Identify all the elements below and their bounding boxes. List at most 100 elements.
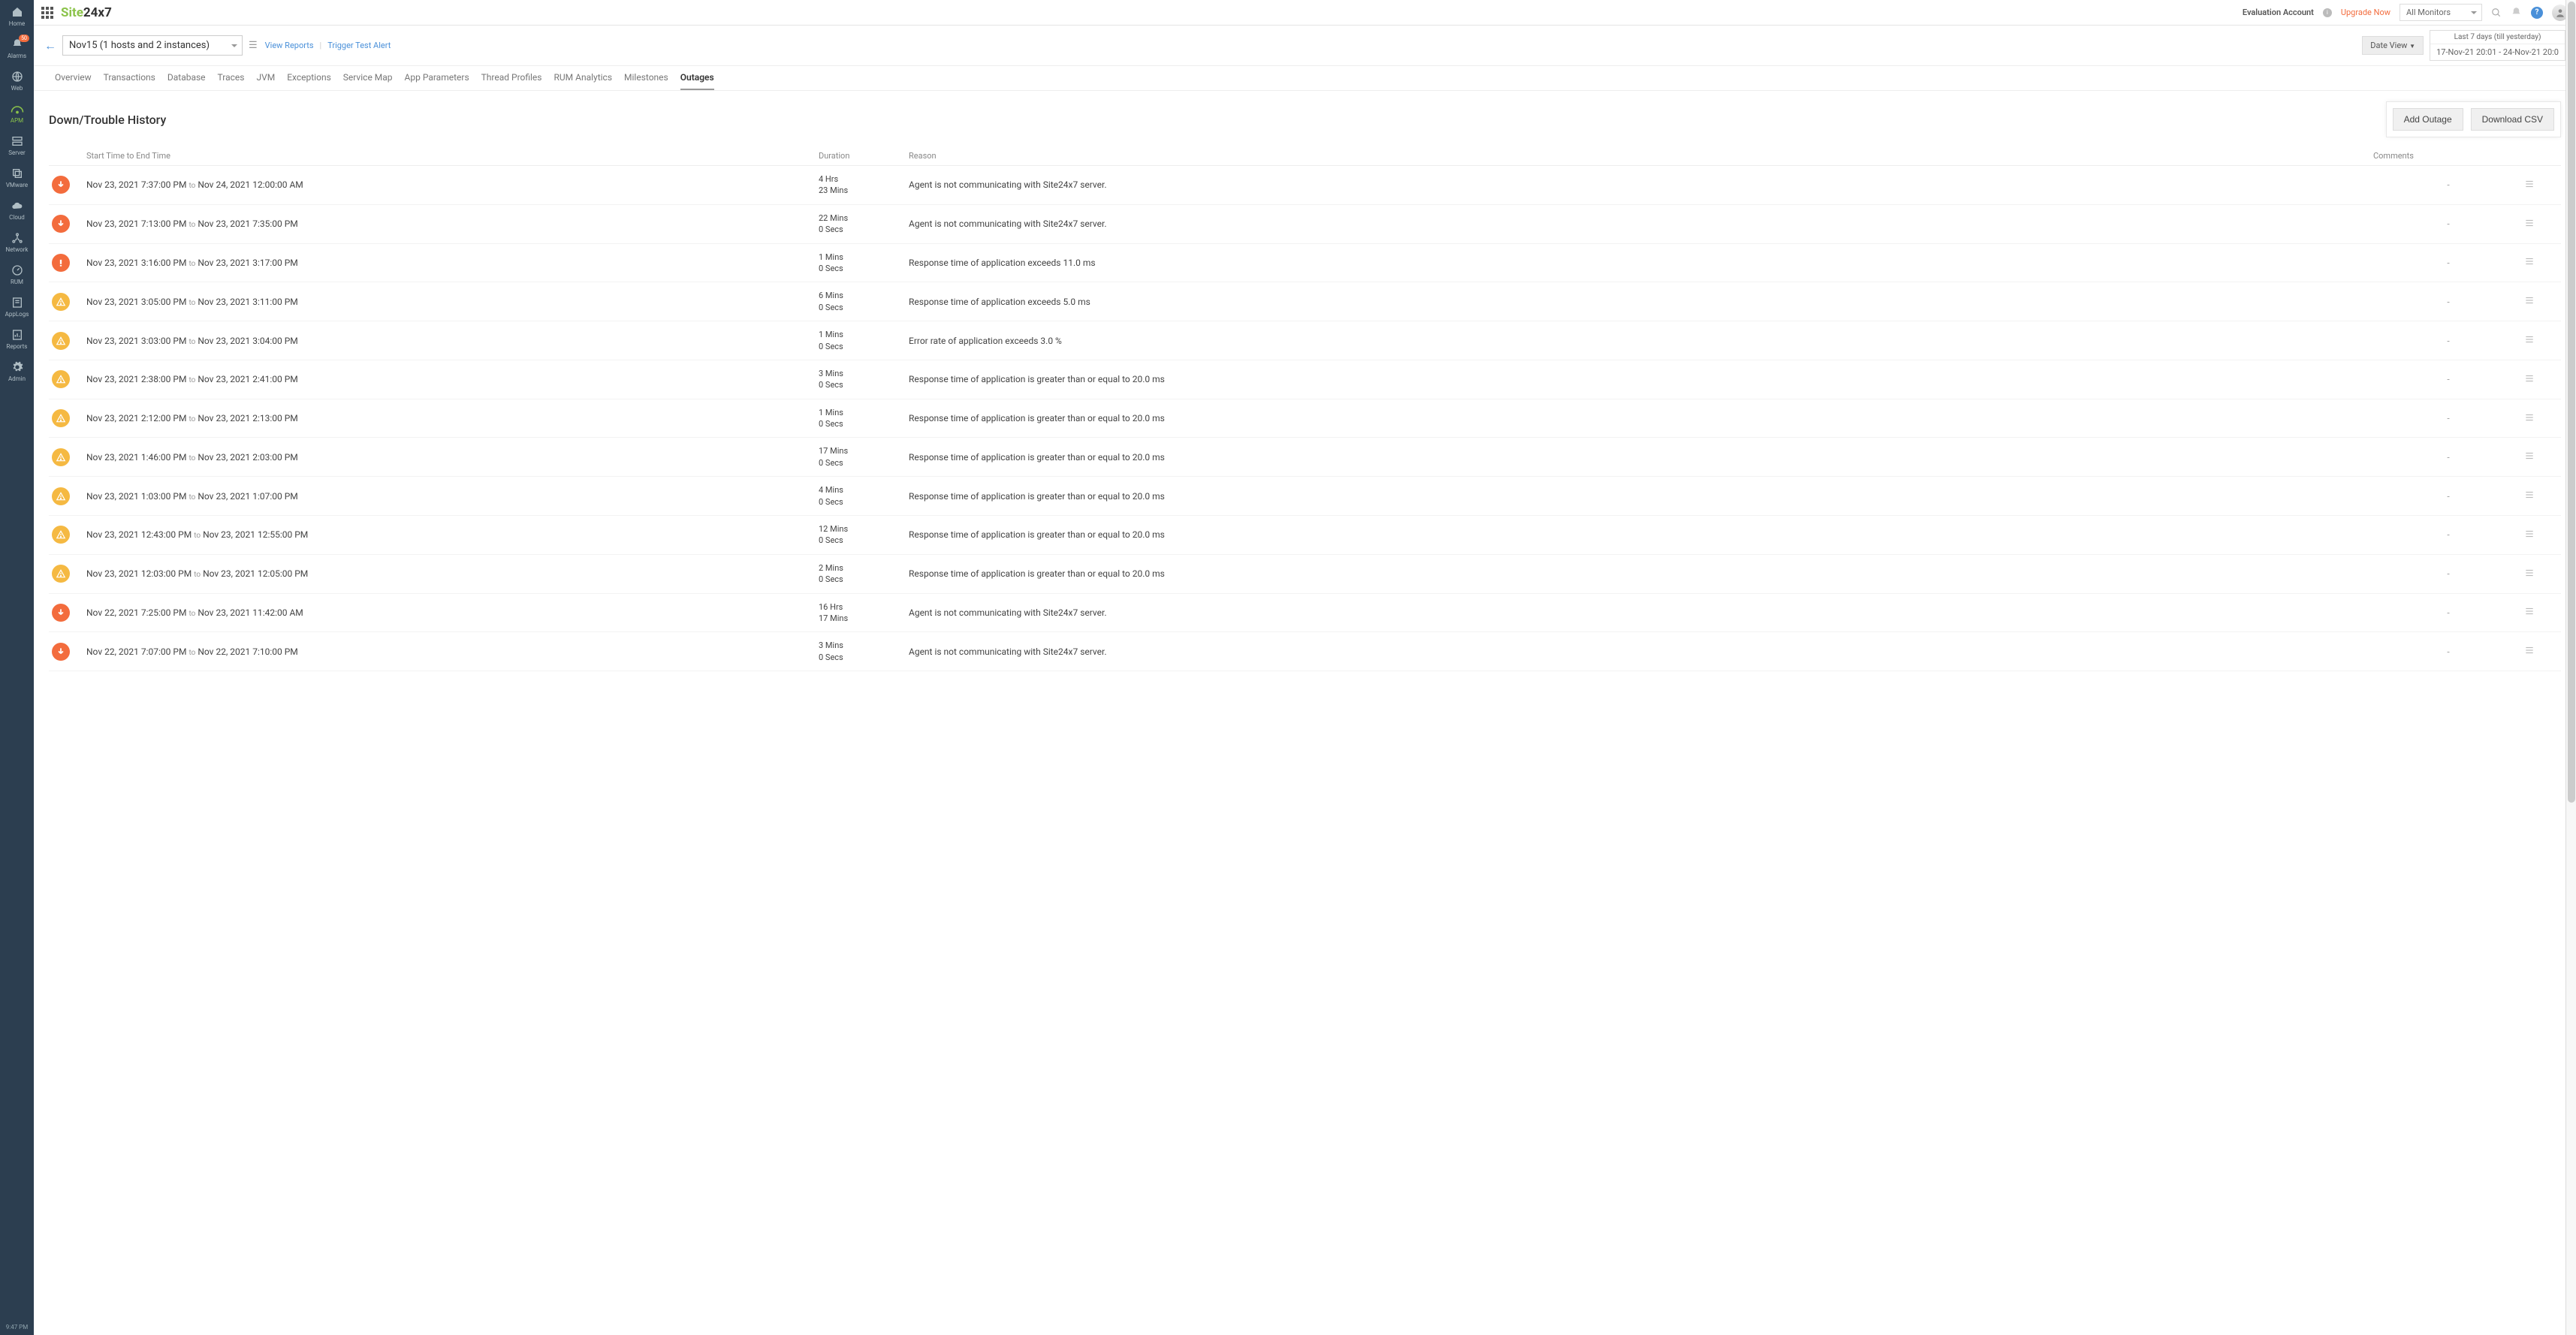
- status-critical-icon: [52, 254, 70, 272]
- sidebar-item-rum[interactable]: RUM: [0, 258, 34, 291]
- add-outage-button[interactable]: Add Outage: [2393, 108, 2463, 131]
- status-trouble-icon: [52, 293, 70, 311]
- duration: 1 Mins0 Secs: [819, 252, 909, 275]
- date-range-selector[interactable]: Last 7 days (till yesterday) 17-Nov-21 2…: [2430, 30, 2565, 61]
- notification-bell-icon[interactable]: [2511, 7, 2522, 18]
- monitor-filter-select[interactable]: All Monitors: [2400, 4, 2482, 21]
- view-reports-link[interactable]: View Reports: [265, 41, 314, 50]
- apps-grid-icon[interactable]: [41, 7, 53, 19]
- row-menu-icon[interactable]: [2523, 490, 2535, 502]
- list-icon: ☰: [249, 40, 258, 51]
- row-menu-icon[interactable]: [2523, 373, 2535, 386]
- download-csv-button[interactable]: Download CSV: [2471, 108, 2554, 131]
- tab-milestones[interactable]: Milestones: [624, 72, 668, 90]
- status-trouble-icon: [52, 332, 70, 350]
- tab-thread-profiles[interactable]: Thread Profiles: [481, 72, 542, 90]
- row-menu-icon[interactable]: [2523, 412, 2535, 425]
- row-menu-icon[interactable]: [2523, 645, 2535, 658]
- sidebar-item-cloud[interactable]: Cloud: [0, 194, 34, 226]
- sidebar-item-admin[interactable]: Admin: [0, 355, 34, 387]
- row-menu-icon[interactable]: [2523, 179, 2535, 191]
- col-duration: Duration: [819, 151, 909, 161]
- topbar: Site24x7 Evaluation Account i Upgrade No…: [34, 0, 2576, 26]
- table-header: Start Time to End Time Duration Reason C…: [49, 146, 2561, 166]
- comments: -: [2373, 452, 2523, 463]
- status-trouble-icon: [52, 409, 70, 427]
- back-arrow-icon[interactable]: ←: [44, 38, 56, 53]
- duration: 1 Mins0 Secs: [819, 329, 909, 352]
- tab-database[interactable]: Database: [167, 72, 206, 90]
- comments: -: [2373, 607, 2523, 618]
- tab-transactions[interactable]: Transactions: [104, 72, 155, 90]
- sidebar-item-vmware[interactable]: VMware: [0, 161, 34, 194]
- comments: -: [2373, 529, 2523, 540]
- sidebar-item-server[interactable]: Server: [0, 129, 34, 161]
- table-row: Nov 23, 2021 1:46:00 PMtoNov 23, 2021 2:…: [49, 438, 2561, 477]
- sidebar-item-reports[interactable]: Reports: [0, 323, 34, 355]
- tab-app-parameters[interactable]: App Parameters: [405, 72, 469, 90]
- help-icon[interactable]: ?: [2531, 7, 2543, 19]
- status-down-icon: [52, 215, 70, 233]
- comments: -: [2373, 218, 2523, 229]
- date-view-button[interactable]: Date View ▼: [2362, 36, 2424, 55]
- reason: Agent is not communicating with Site24x7…: [909, 179, 2373, 190]
- tab-outages[interactable]: Outages: [680, 72, 714, 90]
- tab-exceptions[interactable]: Exceptions: [287, 72, 331, 90]
- status-trouble-icon: [52, 565, 70, 583]
- scrollbar[interactable]: [2565, 0, 2576, 1335]
- time-range: Nov 23, 2021 3:05:00 PMtoNov 23, 2021 3:…: [86, 297, 819, 307]
- info-icon[interactable]: i: [2323, 8, 2332, 17]
- table-row: Nov 23, 2021 2:12:00 PMtoNov 23, 2021 2:…: [49, 399, 2561, 438]
- sidebar-item-home[interactable]: Home: [0, 0, 34, 32]
- search-icon[interactable]: [2491, 8, 2502, 18]
- layers-icon: [11, 167, 24, 180]
- row-menu-icon[interactable]: [2523, 529, 2535, 541]
- sidebar-item-web[interactable]: Web: [0, 65, 34, 97]
- time-range: Nov 22, 2021 7:25:00 PMtoNov 23, 2021 11…: [86, 607, 819, 618]
- server-icon: [11, 134, 24, 148]
- row-menu-icon[interactable]: [2523, 606, 2535, 619]
- sidebar-item-network[interactable]: Network: [0, 226, 34, 258]
- comments: -: [2373, 336, 2523, 346]
- row-menu-icon[interactable]: [2523, 451, 2535, 463]
- duration: 4 Mins0 Secs: [819, 484, 909, 508]
- comments: -: [2373, 568, 2523, 579]
- row-menu-icon[interactable]: [2523, 256, 2535, 269]
- col-reason: Reason: [909, 151, 2373, 161]
- table-row: Nov 23, 2021 2:38:00 PMtoNov 23, 2021 2:…: [49, 360, 2561, 399]
- comments: -: [2373, 297, 2523, 307]
- tab-jvm[interactable]: JVM: [256, 72, 275, 90]
- time-range: Nov 23, 2021 2:12:00 PMtoNov 23, 2021 2:…: [86, 413, 819, 423]
- reason: Agent is not communicating with Site24x7…: [909, 607, 2373, 618]
- logs-icon: [11, 296, 24, 309]
- table-row: Nov 23, 2021 7:37:00 PMtoNov 24, 2021 12…: [49, 166, 2561, 205]
- reason: Response time of application is greater …: [909, 491, 2373, 502]
- reason: Response time of application is greater …: [909, 374, 2373, 384]
- page-title: Down/Trouble History: [49, 113, 166, 127]
- status-trouble-icon: [52, 448, 70, 466]
- row-menu-icon[interactable]: [2523, 218, 2535, 231]
- upgrade-link[interactable]: Upgrade Now: [2341, 8, 2390, 17]
- tab-traces[interactable]: Traces: [218, 72, 245, 90]
- tab-service-map[interactable]: Service Map: [343, 72, 393, 90]
- row-menu-icon[interactable]: [2523, 334, 2535, 347]
- sidebar-item-applogs[interactable]: AppLogs: [0, 291, 34, 323]
- reason: Response time of application is greater …: [909, 568, 2373, 579]
- row-menu-icon[interactable]: [2523, 295, 2535, 308]
- reason: Agent is not communicating with Site24x7…: [909, 218, 2373, 229]
- table-row: Nov 23, 2021 12:43:00 PMtoNov 23, 2021 1…: [49, 516, 2561, 555]
- status-trouble-icon: [52, 526, 70, 544]
- reason: Response time of application is greater …: [909, 529, 2373, 540]
- tab-overview[interactable]: Overview: [55, 72, 92, 90]
- row-menu-icon[interactable]: [2523, 568, 2535, 580]
- time-range: Nov 23, 2021 2:38:00 PMtoNov 23, 2021 2:…: [86, 374, 819, 384]
- sidebar-item-apm[interactable]: APM: [0, 97, 34, 129]
- tab-rum-analytics[interactable]: RUM Analytics: [554, 72, 613, 90]
- sidebar-item-alarms[interactable]: Alarms50: [0, 32, 34, 65]
- duration: 22 Mins0 Secs: [819, 212, 909, 236]
- trigger-test-alert-link[interactable]: Trigger Test Alert: [327, 41, 391, 50]
- time-range: Nov 23, 2021 7:37:00 PMtoNov 24, 2021 12…: [86, 179, 819, 190]
- host-select[interactable]: Nov15 (1 hosts and 2 instances): [62, 35, 243, 56]
- duration: 12 Mins0 Secs: [819, 523, 909, 547]
- col-time: Start Time to End Time: [86, 151, 819, 161]
